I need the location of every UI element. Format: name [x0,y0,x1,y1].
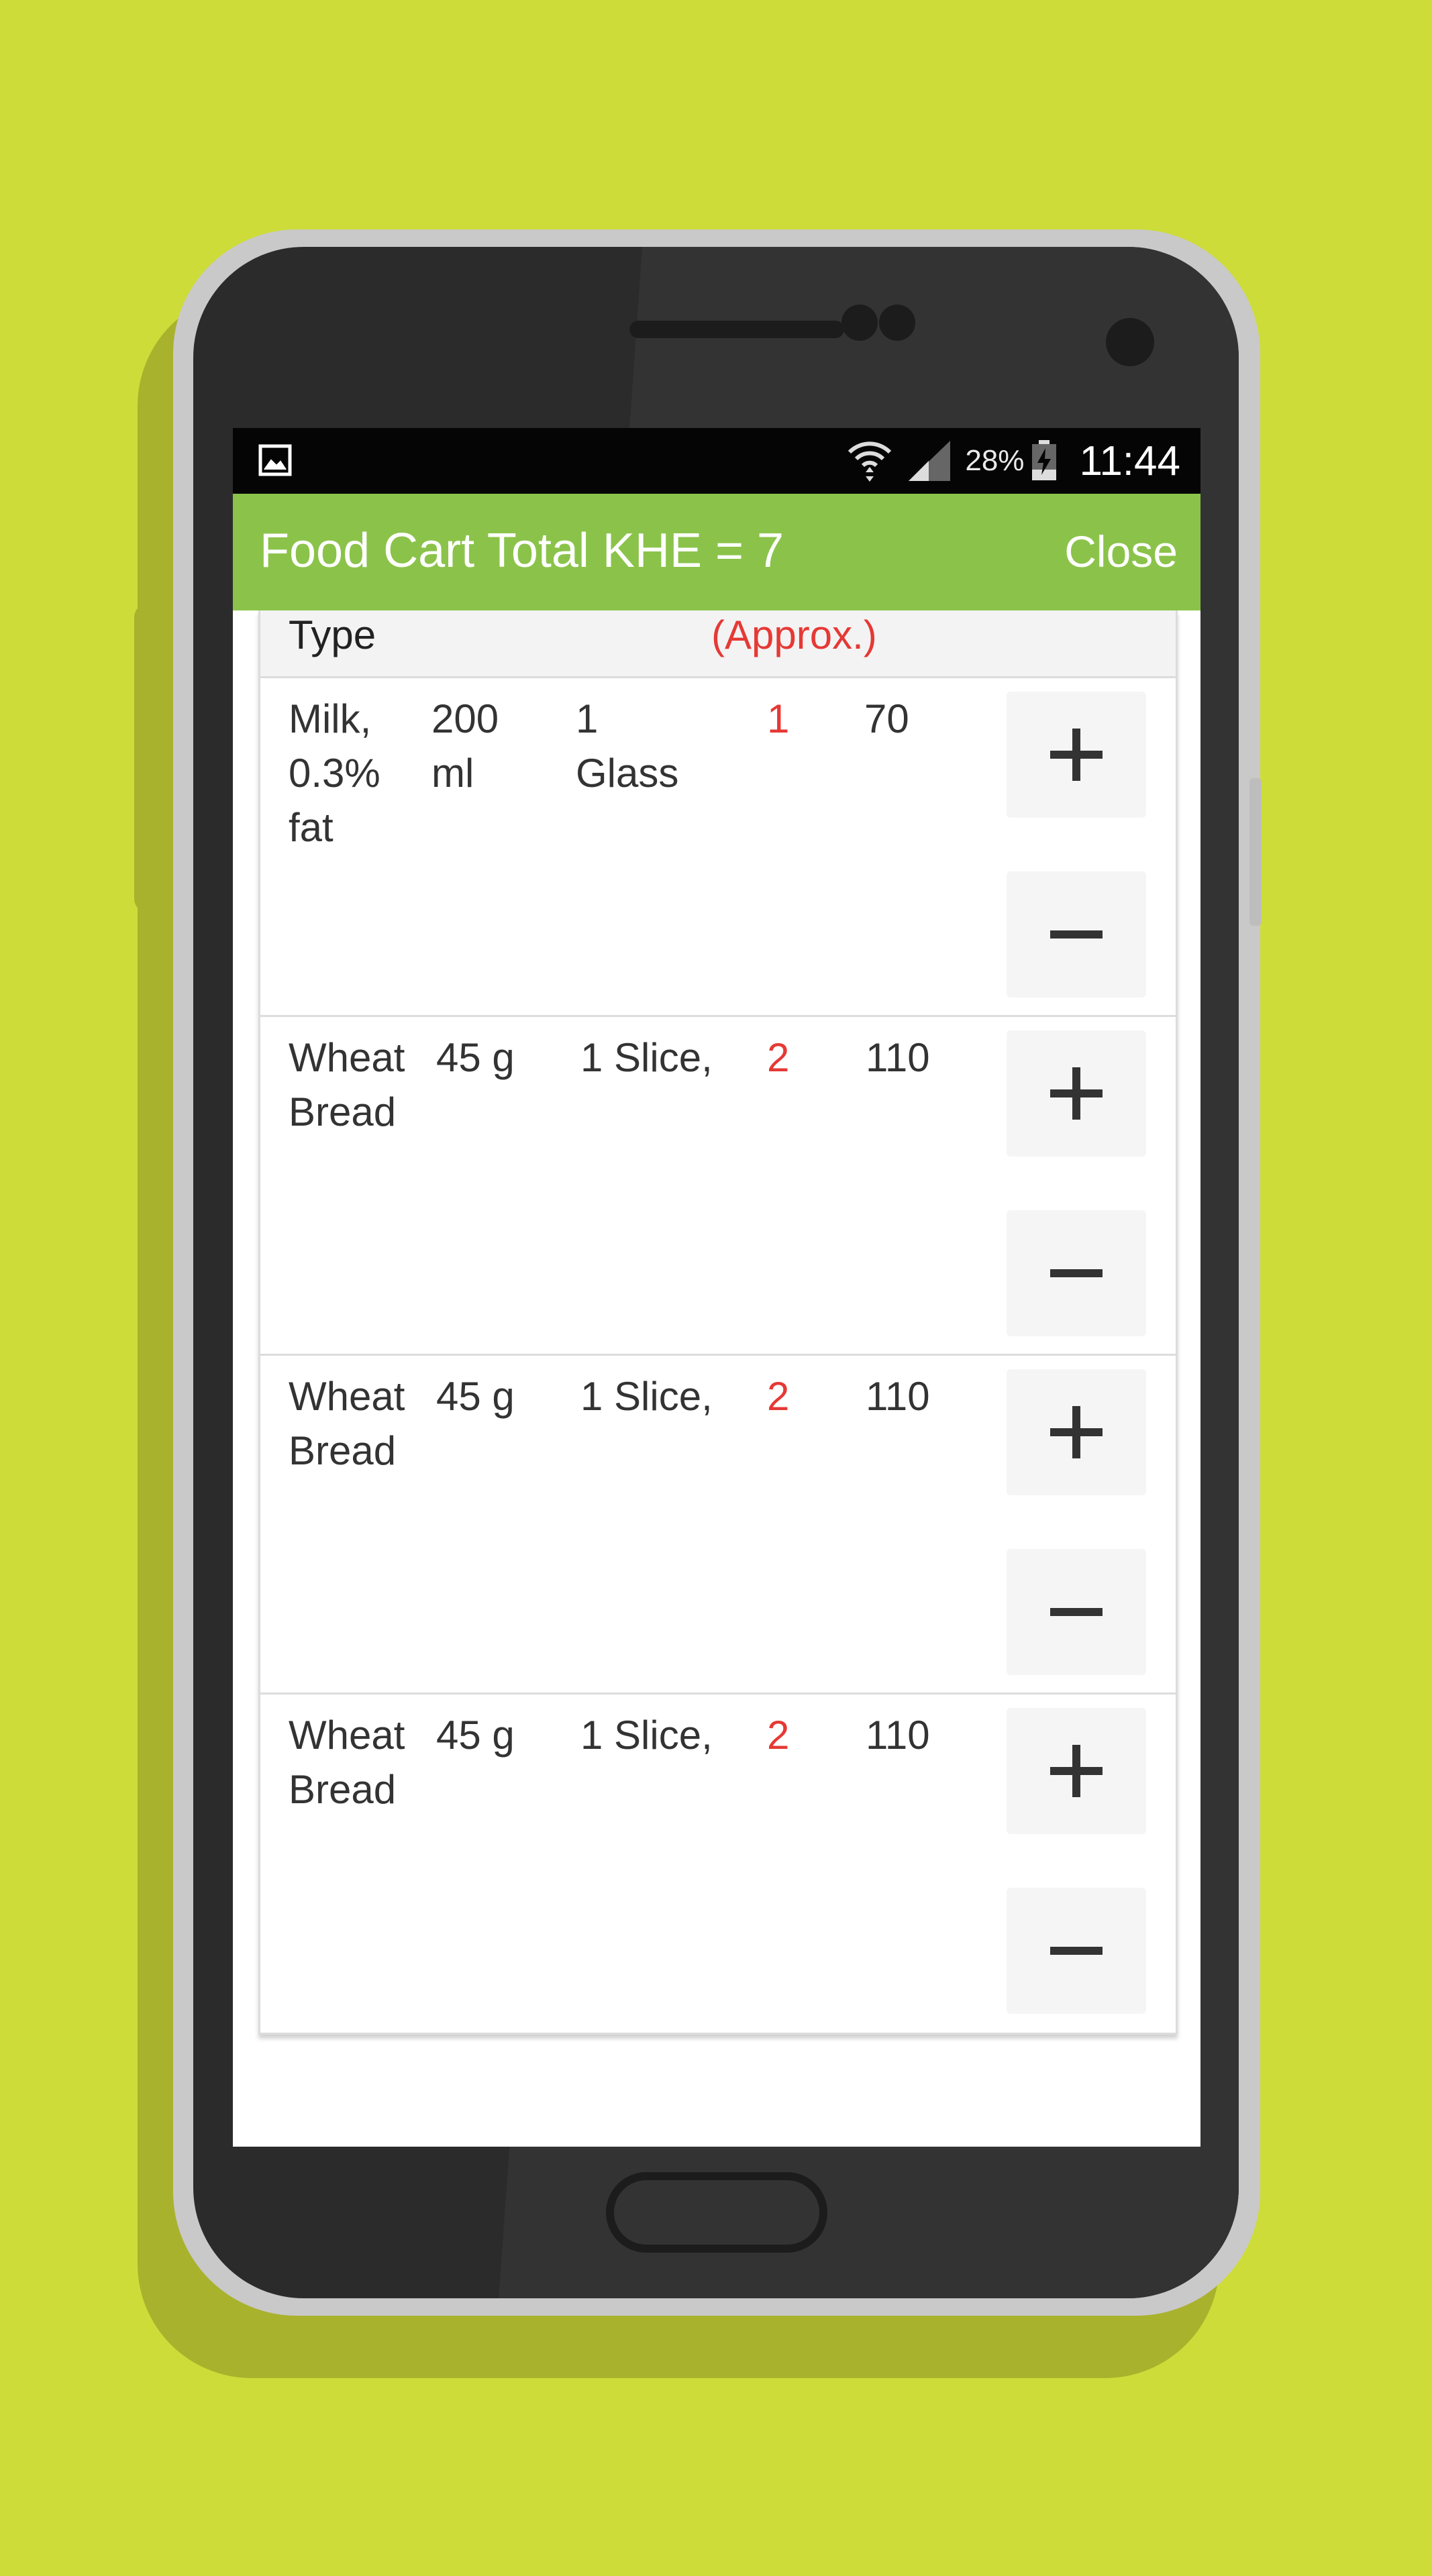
food-name: Wheat Bread [289,1035,405,1134]
food-portion: 1 Slice, [580,1374,713,1419]
page-title: Food Cart Total KHE = 7 [260,524,784,578]
food-name: Wheat Bread [289,1374,405,1473]
food-khe: 1 [767,696,790,741]
close-button[interactable]: Close [1064,526,1178,577]
image-notification-icon [258,444,292,476]
front-camera [1106,318,1154,366]
increase-button[interactable] [1007,1369,1146,1495]
increase-button[interactable] [1007,1030,1146,1157]
food-kcal: 110 [866,1713,930,1758]
food-portion: 1 Slice, [580,1035,713,1080]
decrease-button[interactable] [1007,1549,1146,1675]
earpiece-speaker [629,321,844,338]
decrease-button[interactable] [1007,1888,1146,2014]
signal-icon [906,439,953,482]
food-size: 45 g [436,1035,515,1080]
wifi-icon [846,437,894,484]
table-row: Milk, 0.3% fat 200 ml 1 Glass 1 70 [260,678,1176,1017]
food-cart-table: Type (Approx.) Milk, 0.3% fat 200 ml 1 G… [258,610,1178,2035]
food-name: Milk, 0.3% fat [289,696,380,850]
food-size: 200 ml [431,696,499,796]
food-portion: 1 Slice, [580,1713,713,1758]
minus-icon [1050,1269,1103,1277]
sensor-dot [879,305,915,341]
column-header-type: Type [289,612,376,657]
increase-button[interactable] [1007,1708,1146,1834]
home-button[interactable] [606,2172,827,2253]
food-size: 45 g [436,1713,515,1758]
food-size: 45 g [436,1374,515,1419]
food-kcal: 110 [866,1374,930,1419]
food-name: Wheat Bread [289,1713,405,1812]
plus-icon [1050,1406,1103,1458]
food-portion: 1 Glass [576,696,679,796]
plus-icon [1050,729,1103,781]
decrease-button[interactable] [1007,871,1146,998]
plus-icon [1050,1745,1103,1797]
food-khe: 2 [767,1713,790,1758]
minus-icon [1050,1947,1103,1955]
table-header: Type (Approx.) [260,610,1176,678]
decrease-button[interactable] [1007,1210,1146,1336]
food-kcal: 70 [864,696,909,741]
sensor-dot [841,305,878,341]
minus-icon [1050,1608,1103,1616]
minus-icon [1050,930,1103,938]
phone-screen: 28% 11:44 Food Cart Total KHE = 7 Close … [233,428,1200,2147]
table-row: Wheat Bread 45 g 1 Slice, 2 110 [260,1695,1176,2031]
app-bar: Food Cart Total KHE = 7 Close [233,494,1200,610]
battery-percent: 28% [965,444,1025,477]
column-header-approx: (Approx.) [711,612,877,657]
increase-button[interactable] [1007,692,1146,818]
status-icons: 28% 11:44 [846,428,1180,494]
plus-icon [1050,1067,1103,1120]
food-khe: 2 [767,1035,790,1080]
table-row: Wheat Bread 45 g 1 Slice, 2 110 [260,1017,1176,1356]
table-row: Wheat Bread 45 g 1 Slice, 2 110 [260,1356,1176,1695]
status-clock: 11:44 [1079,437,1180,484]
food-kcal: 110 [866,1035,930,1080]
food-khe: 2 [767,1374,790,1419]
side-button-right [1249,778,1262,926]
battery-charging-icon [1031,440,1058,482]
status-bar: 28% 11:44 [233,428,1200,494]
